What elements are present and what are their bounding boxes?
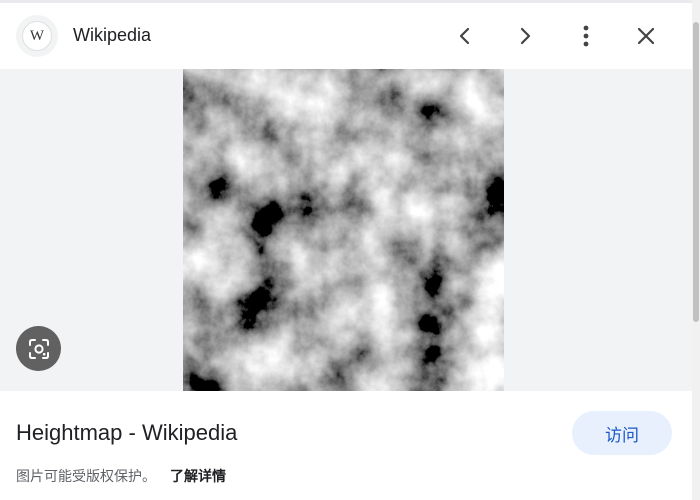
- chevron-left-icon: [459, 27, 470, 45]
- more-vert-icon: [583, 25, 589, 47]
- heightmap-graphic: [183, 69, 504, 391]
- close-button[interactable]: [627, 17, 665, 55]
- next-button[interactable]: [506, 17, 544, 55]
- lens-icon: [28, 338, 49, 359]
- scrollbar-thumb[interactable]: [693, 22, 699, 322]
- image-preview-area: [0, 69, 692, 391]
- chevron-right-icon: [520, 27, 531, 45]
- close-icon: [637, 27, 655, 45]
- more-options-button[interactable]: [567, 17, 605, 55]
- site-name[interactable]: Wikipedia: [73, 25, 151, 46]
- learn-more-link[interactable]: 了解详情: [170, 466, 226, 486]
- site-favicon[interactable]: W: [16, 15, 58, 57]
- scrollbar[interactable]: [692, 0, 700, 500]
- visit-button[interactable]: 访问: [572, 411, 672, 455]
- heightmap-image[interactable]: [183, 69, 504, 391]
- wikipedia-logo-icon: W: [22, 21, 52, 51]
- copyright-notice: 图片可能受版权保护。: [16, 468, 156, 484]
- preview-header: W Wikipedia: [0, 3, 692, 69]
- previous-button[interactable]: [446, 17, 484, 55]
- result-title[interactable]: Heightmap - Wikipedia: [16, 420, 237, 446]
- lens-search-button[interactable]: [16, 326, 61, 371]
